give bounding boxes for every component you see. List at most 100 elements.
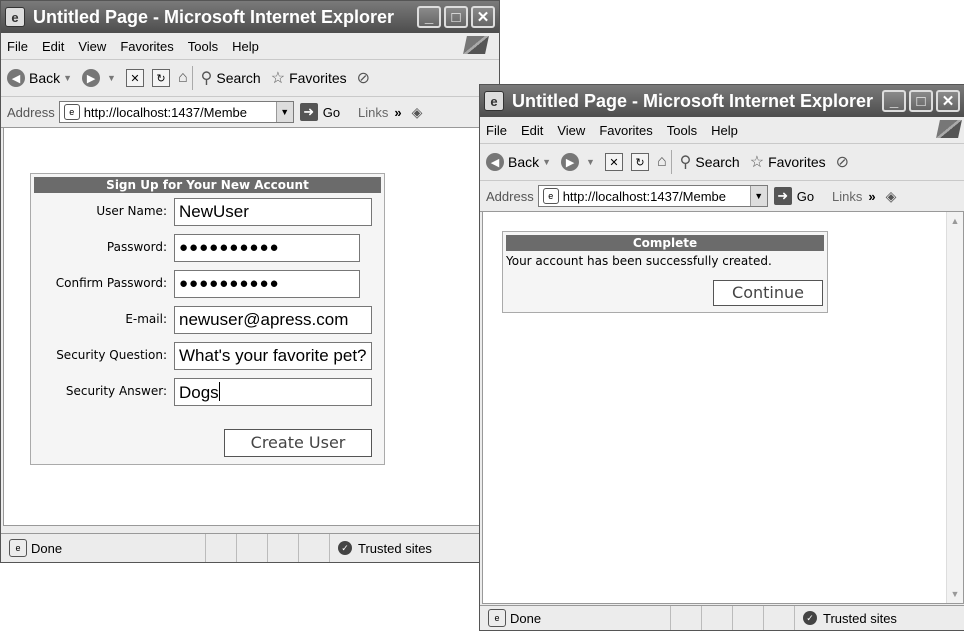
check-icon: ✓ xyxy=(803,611,817,625)
menu-favorites[interactable]: Favorites xyxy=(599,123,652,138)
title-bar[interactable]: e Untitled Page - Microsoft Internet Exp… xyxy=(480,85,964,117)
extension-icon[interactable]: ◈ xyxy=(412,104,423,121)
menu-tools[interactable]: Tools xyxy=(188,39,218,54)
security-question-input[interactable]: What's your favorite pet? xyxy=(174,342,372,370)
ie-page-icon: e xyxy=(5,7,25,27)
links-button[interactable]: Links » xyxy=(358,105,402,120)
status-pane xyxy=(701,606,732,630)
history-icon[interactable]: ⊘ xyxy=(357,68,370,88)
chevron-down-icon[interactable]: ▼ xyxy=(275,102,293,122)
forward-button[interactable]: ▶ ▼ xyxy=(561,153,595,171)
security-zone[interactable]: ✓ Trusted sites xyxy=(329,534,499,562)
search-button[interactable]: ⚲ Search xyxy=(680,152,740,172)
address-label: Address xyxy=(486,188,534,204)
password-input[interactable]: ●●●●●●●●●● xyxy=(174,234,360,262)
status-text: Done xyxy=(510,610,542,626)
go-arrow-icon: ➜ xyxy=(773,187,792,205)
favorites-button[interactable]: ☆ Favorites xyxy=(750,152,826,172)
menu-help[interactable]: Help xyxy=(232,39,259,54)
favorites-label: Favorites xyxy=(768,154,826,170)
star-icon: ☆ xyxy=(749,154,765,171)
username-label: User Name: xyxy=(96,204,167,218)
create-user-button[interactable]: Create User xyxy=(224,429,372,457)
back-button[interactable]: ◀ Back ▼ xyxy=(7,69,72,87)
back-label: Back xyxy=(29,70,61,86)
chevron-down-icon[interactable]: ▼ xyxy=(586,157,595,167)
chevron-down-icon[interactable]: ▼ xyxy=(63,73,72,83)
close-button[interactable]: ✕ xyxy=(936,90,960,112)
stop-icon[interactable]: ✕ xyxy=(604,153,623,171)
status-pane xyxy=(205,534,236,562)
toolbar-separator xyxy=(670,150,672,174)
forward-button[interactable]: ▶ ▼ xyxy=(82,69,116,87)
complete-title: Complete xyxy=(506,235,824,251)
search-button[interactable]: ⚲ Search xyxy=(201,68,261,88)
back-button[interactable]: ◀ Back ▼ xyxy=(486,153,551,171)
refresh-icon[interactable]: ↻ xyxy=(151,69,170,87)
chevron-down-icon[interactable]: ▼ xyxy=(542,157,551,167)
window-title: Untitled Page - Microsoft Internet Explo… xyxy=(512,90,874,111)
window-title: Untitled Page - Microsoft Internet Explo… xyxy=(33,6,395,27)
links-label: Links xyxy=(358,104,389,120)
refresh-icon[interactable]: ↻ xyxy=(630,153,649,171)
go-button[interactable]: ➜ Go xyxy=(773,187,814,205)
toolbar-separator xyxy=(191,66,193,90)
menu-tools[interactable]: Tools xyxy=(667,123,697,138)
security-zone[interactable]: ✓ Trusted sites xyxy=(794,606,964,630)
menu-edit[interactable]: Edit xyxy=(521,123,543,138)
menu-file[interactable]: File xyxy=(486,123,507,138)
security-answer-label: Security Answer: xyxy=(65,384,167,398)
menu-edit[interactable]: Edit xyxy=(42,39,64,54)
menu-help[interactable]: Help xyxy=(711,123,738,138)
username-input[interactable]: NewUser xyxy=(174,198,372,226)
search-label: Search xyxy=(695,154,740,170)
search-icon: ⚲ xyxy=(679,154,692,171)
create-user-wizard: Sign Up for Your New Account User Name: … xyxy=(30,173,385,465)
confirm-password-input[interactable]: ●●●●●●●●●● xyxy=(174,270,360,298)
menu-file[interactable]: File xyxy=(7,39,28,54)
go-button[interactable]: ➜ Go xyxy=(299,103,340,121)
title-bar[interactable]: e Untitled Page - Microsoft Internet Exp… xyxy=(1,1,499,33)
address-url: http://localhost:1437/Membe xyxy=(83,104,248,120)
password-label: Password: xyxy=(106,240,167,254)
star-icon: ☆ xyxy=(270,70,286,87)
windows-logo-icon xyxy=(936,120,962,138)
back-arrow-icon: ◀ xyxy=(486,153,504,171)
scroll-down-arrow-icon[interactable]: ▼ xyxy=(948,587,962,601)
page-done-icon: e xyxy=(9,539,27,557)
extension-icon[interactable]: ◈ xyxy=(886,188,897,205)
email-input[interactable]: newuser@apress.com xyxy=(174,306,372,334)
stop-icon[interactable]: ✕ xyxy=(125,69,144,87)
history-icon[interactable]: ⊘ xyxy=(836,152,849,172)
menu-view[interactable]: View xyxy=(557,123,585,138)
complete-message: Your account has been successfully creat… xyxy=(506,254,772,268)
address-input[interactable]: e http://localhost:1437/Membe ▼ xyxy=(58,101,294,123)
vertical-scrollbar[interactable]: ▲ ▼ xyxy=(946,212,963,603)
scroll-up-arrow-icon[interactable]: ▲ xyxy=(948,214,962,228)
minimize-button[interactable]: _ xyxy=(882,90,906,112)
links-button[interactable]: Links » xyxy=(832,189,876,204)
maximize-button[interactable]: □ xyxy=(444,6,468,28)
ie-page-icon: e xyxy=(484,91,504,111)
address-input[interactable]: e http://localhost:1437/Membe ▼ xyxy=(537,185,768,207)
ie-window-signup: e Untitled Page - Microsoft Internet Exp… xyxy=(0,0,500,563)
confirm-password-label: Confirm Password: xyxy=(55,276,167,290)
menu-view[interactable]: View xyxy=(78,39,106,54)
maximize-button[interactable]: □ xyxy=(909,90,933,112)
minimize-button[interactable]: _ xyxy=(417,6,441,28)
status-bar: e Done ✓ Trusted sites xyxy=(1,533,499,562)
chevron-down-icon[interactable]: ▼ xyxy=(749,186,767,206)
wizard-title: Sign Up for Your New Account xyxy=(34,177,381,193)
favorites-button[interactable]: ☆ Favorites xyxy=(271,68,347,88)
home-icon[interactable]: ⌂ xyxy=(657,153,667,171)
standard-toolbar: ◀ Back ▼ ▶ ▼ ✕ ↻ ⌂ ⚲ Search ☆ Favorites … xyxy=(1,60,499,97)
home-icon[interactable]: ⌂ xyxy=(178,69,188,87)
zone-label: Trusted sites xyxy=(358,540,432,556)
chevron-down-icon[interactable]: ▼ xyxy=(107,73,116,83)
page-done-icon: e xyxy=(488,609,506,627)
security-answer-input[interactable]: Dogs xyxy=(174,378,372,406)
menu-favorites[interactable]: Favorites xyxy=(120,39,173,54)
continue-button[interactable]: Continue xyxy=(713,280,823,306)
close-button[interactable]: ✕ xyxy=(471,6,495,28)
address-url: http://localhost:1437/Membe xyxy=(562,188,727,204)
